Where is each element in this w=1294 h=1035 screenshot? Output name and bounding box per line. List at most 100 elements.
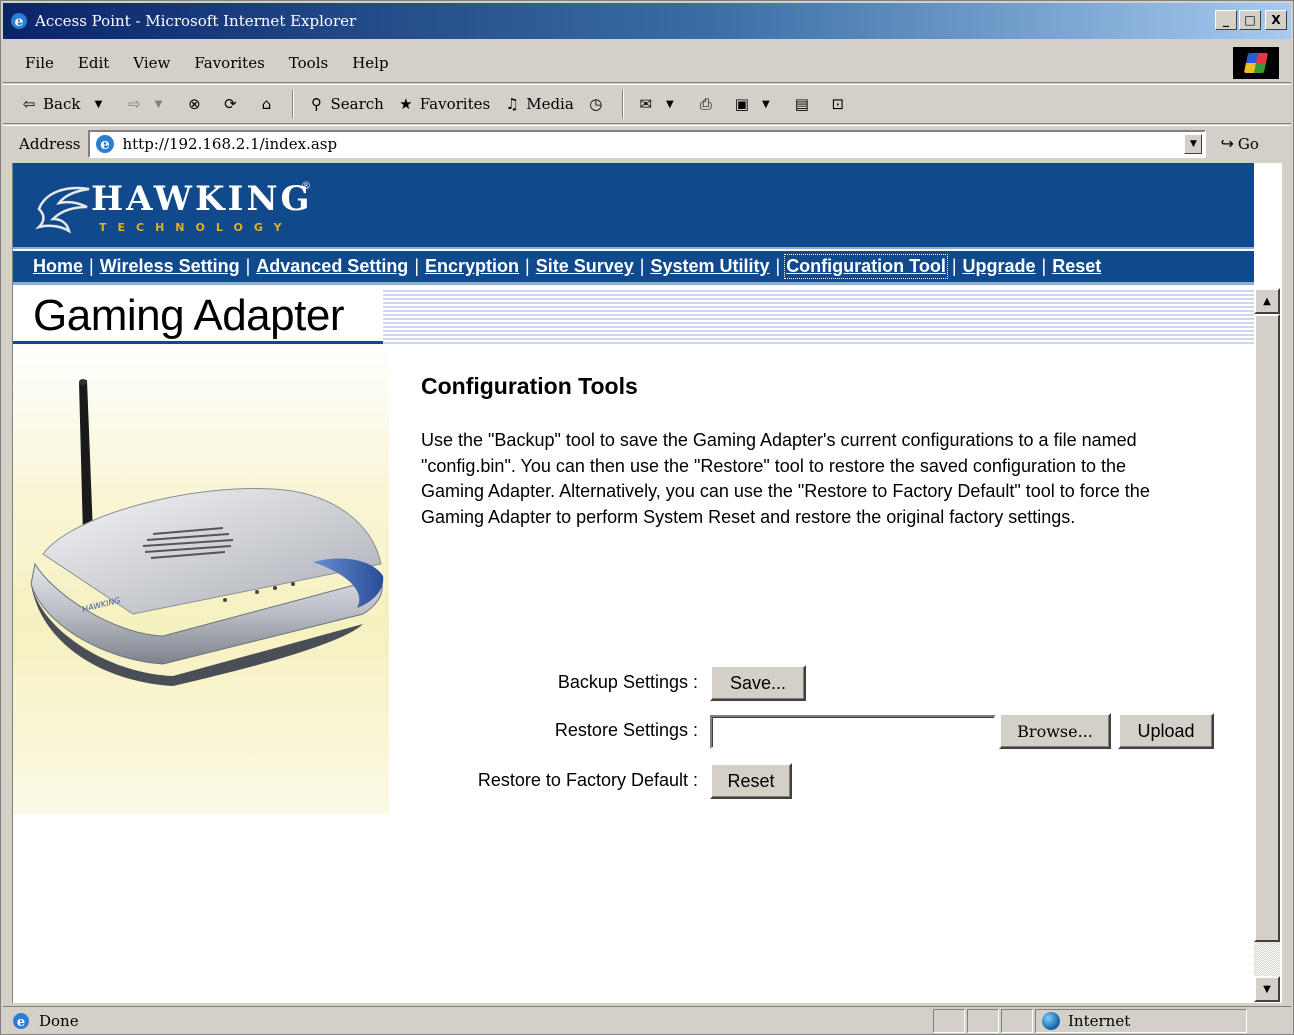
media-icon: ♫ [505, 95, 519, 113]
toolbar-separator [292, 90, 295, 118]
go-label: Go [1237, 134, 1259, 153]
product-panel: HAWKING [13, 344, 389, 814]
address-dropdown-icon[interactable]: ▼ [1184, 133, 1203, 154]
status-text: Done [39, 1011, 79, 1030]
nav-separator: | [89, 256, 94, 276]
nav-wireless-setting[interactable]: Wireless Setting [100, 256, 240, 277]
menu-edit[interactable]: Edit [66, 54, 121, 72]
toolbar: ⇦ Back ▼ ⇨ ▼ ⊗ ⟳ ⌂ ⚲ Search ★ Favorites … [3, 84, 1291, 124]
zone-label: Internet [1068, 1011, 1131, 1030]
toolbar-separator [621, 90, 624, 118]
back-button[interactable]: ⇦ Back ▼ [19, 94, 112, 114]
ie-page-icon: e [13, 1012, 29, 1030]
discuss-button[interactable]: ▤ [792, 94, 816, 114]
svg-text:e: e [17, 1015, 25, 1030]
vertical-scrollbar[interactable]: ▲ ▼ [1254, 288, 1280, 1002]
nav-configuration-tool[interactable]: Configuration Tool [784, 254, 948, 279]
media-button[interactable]: ♫ Media [502, 94, 574, 114]
nav-home[interactable]: Home [33, 256, 83, 277]
page-viewport: HAWKING TECHNOLOGY ® Home | Wireless Set… [12, 163, 1282, 1003]
discuss-icon: ▤ [794, 95, 809, 113]
restore-file-input[interactable] [710, 715, 996, 749]
menu-tools[interactable]: Tools [277, 54, 340, 72]
menu-file[interactable]: File [3, 54, 66, 72]
registered-mark: ® [301, 181, 311, 192]
brand-name: HAWKING [91, 179, 313, 219]
upload-button[interactable]: Upload [1118, 713, 1214, 749]
globe-icon [1042, 1011, 1060, 1030]
backup-settings-label: Backup Settings : [557, 672, 698, 692]
go-button[interactable]: ↪ Go [1220, 134, 1258, 153]
nav-reset[interactable]: Reset [1052, 256, 1101, 277]
chevron-down-icon: ▼ [94, 98, 103, 110]
messenger-button[interactable]: ⊡ [828, 94, 852, 114]
main-content: Configuration Tools Use the "Backup" too… [421, 373, 1221, 530]
forward-button[interactable]: ⇨ ▼ [124, 94, 172, 114]
header-stripes [383, 288, 1254, 344]
messenger-icon: ⊡ [831, 95, 845, 113]
nav-upgrade[interactable]: Upgrade [963, 256, 1036, 277]
back-label: Back [43, 95, 81, 113]
chevron-down-icon: ▼ [154, 98, 163, 110]
edit-button[interactable]: ▣ ▼ [732, 94, 780, 114]
favorites-button[interactable]: ★ Favorites [396, 94, 490, 114]
scroll-thumb[interactable] [1254, 314, 1280, 942]
close-button[interactable]: X [1265, 10, 1287, 30]
print-button[interactable]: ⎙ [696, 94, 720, 114]
search-label: Search [330, 95, 384, 113]
ie-icon: e [11, 13, 27, 30]
minimize-button[interactable]: _ [1215, 10, 1237, 30]
save-button[interactable]: Save... [710, 665, 806, 701]
mail-button[interactable]: ✉ ▼ [636, 94, 684, 114]
reset-button[interactable]: Reset [710, 763, 792, 799]
address-label: Address [19, 134, 81, 153]
history-button[interactable]: ◷ [586, 94, 610, 114]
ie-page-icon: e [96, 134, 115, 153]
menu-view[interactable]: View [121, 54, 182, 72]
home-button[interactable]: ⌂ [256, 94, 280, 114]
factory-default-label: Restore to Factory Default : [477, 770, 698, 790]
menu-favorites[interactable]: Favorites [182, 54, 276, 72]
nav-system-utility[interactable]: System Utility [650, 256, 769, 277]
home-icon: ⌂ [261, 95, 272, 113]
edit-icon: ▣ [734, 95, 749, 113]
address-input[interactable]: e http://192.168.2.1/index.asp ▼ [88, 129, 1207, 158]
search-button[interactable]: ⚲ Search [306, 94, 384, 114]
refresh-button[interactable]: ⟳ [220, 94, 244, 114]
media-label: Media [526, 95, 574, 113]
menu-help[interactable]: Help [340, 54, 400, 72]
refresh-icon: ⟳ [224, 95, 237, 113]
address-bar: Address e http://192.168.2.1/index.asp ▼… [3, 125, 1291, 161]
stop-button[interactable]: ⊗ [184, 94, 208, 114]
nav-separator: | [639, 256, 645, 276]
page-title: Gaming Adapter [33, 291, 344, 340]
main-nav: Home | Wireless Setting | Advanced Setti… [13, 251, 1254, 285]
restore-settings-label: Restore Settings : [554, 720, 698, 740]
chevron-down-icon: ▼ [761, 98, 770, 110]
scroll-up-icon[interactable]: ▲ [1254, 288, 1280, 314]
maximize-button[interactable]: □ [1239, 10, 1261, 30]
router-image: HAWKING [30, 379, 384, 686]
section-heading: Configuration Tools [421, 373, 638, 399]
go-arrow-icon: ↪ [1220, 134, 1234, 153]
address-url: http://192.168.2.1/index.asp [122, 134, 338, 153]
search-icon: ⚲ [310, 95, 322, 113]
svg-text:HAWKING: HAWKING [81, 596, 121, 614]
scroll-down-icon[interactable]: ▼ [1254, 976, 1280, 1002]
nav-advanced-setting[interactable]: Advanced Setting [256, 256, 408, 277]
history-icon: ◷ [589, 95, 603, 113]
back-arrow-icon: ⇦ [22, 95, 36, 113]
menu-bar: File Edit View Favorites Tools Help [3, 43, 1291, 83]
forward-arrow-icon: ⇨ [128, 95, 141, 113]
nav-site-survey[interactable]: Site Survey [536, 256, 634, 277]
nav-separator: | [245, 256, 251, 276]
favorites-label: Favorites [419, 95, 491, 113]
section-description: Use the "Backup" tool to save the Gaming… [421, 430, 1150, 527]
status-bar: e Done Internet [3, 1006, 1291, 1034]
browse-button[interactable]: Browse... [999, 713, 1111, 749]
nav-encryption[interactable]: Encryption [425, 256, 519, 277]
svg-text:e: e [15, 14, 24, 30]
favorites-icon: ★ [399, 95, 413, 113]
nav-separator: | [775, 256, 781, 276]
print-icon: ⎙ [699, 95, 712, 113]
